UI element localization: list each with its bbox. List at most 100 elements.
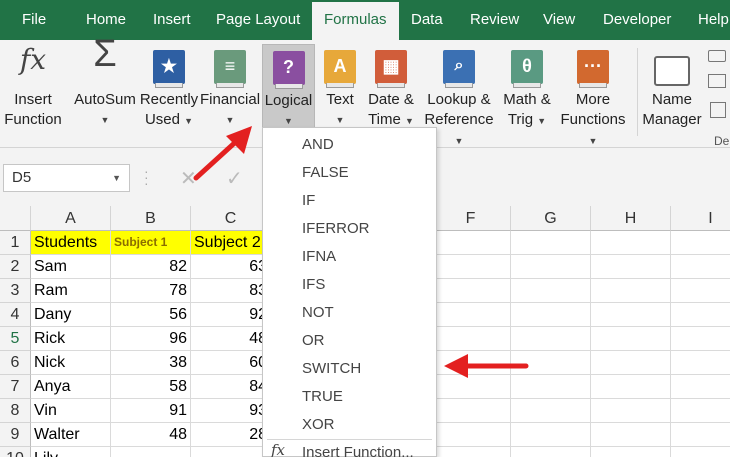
- empty-cell[interactable]: [591, 303, 671, 327]
- empty-cell[interactable]: [431, 447, 511, 457]
- tab-help[interactable]: Help: [698, 0, 729, 40]
- row-header[interactable]: 6: [0, 351, 31, 375]
- empty-cell[interactable]: [671, 375, 730, 399]
- empty-cell[interactable]: [591, 423, 671, 447]
- empty-cell[interactable]: [591, 399, 671, 423]
- column-header-i[interactable]: I: [671, 206, 730, 231]
- tab-developer[interactable]: Developer: [603, 0, 671, 40]
- row-header[interactable]: 8: [0, 399, 31, 423]
- cell-c10[interactable]: [191, 447, 271, 457]
- empty-cell[interactable]: [511, 279, 591, 303]
- menu-item-iferror[interactable]: IFERROR: [263, 215, 436, 243]
- select-all-corner[interactable]: [0, 206, 31, 231]
- cell-b5[interactable]: 96: [111, 327, 191, 351]
- tab-insert[interactable]: Insert: [153, 0, 191, 40]
- menu-item-false[interactable]: FALSE: [263, 159, 436, 187]
- empty-cell[interactable]: [511, 423, 591, 447]
- math-trig-button[interactable]: θ Math & Trig ▼: [498, 44, 556, 140]
- cell-b1[interactable]: Subject 1: [111, 231, 191, 255]
- empty-cell[interactable]: [671, 399, 730, 423]
- define-name-icon[interactable]: [708, 50, 726, 62]
- cell-a9[interactable]: Walter: [31, 423, 111, 447]
- empty-cell[interactable]: [671, 279, 730, 303]
- cell-a4[interactable]: Dany: [31, 303, 111, 327]
- empty-cell[interactable]: [511, 399, 591, 423]
- date-time-button[interactable]: ▦ Date & Time ▼: [364, 44, 418, 140]
- empty-cell[interactable]: [671, 303, 730, 327]
- menu-item-if[interactable]: IF: [263, 187, 436, 215]
- cell-c4[interactable]: 92: [191, 303, 271, 327]
- cell-b9[interactable]: 48: [111, 423, 191, 447]
- column-header-b[interactable]: B: [111, 206, 191, 231]
- cell-a10[interactable]: Lily: [31, 447, 111, 457]
- name-manager-button[interactable]: Name Manager: [640, 44, 704, 140]
- empty-cell[interactable]: [671, 351, 730, 375]
- row-header[interactable]: 4: [0, 303, 31, 327]
- menu-item-ifna[interactable]: IFNA: [263, 243, 436, 271]
- cell-a7[interactable]: Anya: [31, 375, 111, 399]
- cell-b7[interactable]: 58: [111, 375, 191, 399]
- menu-item-true[interactable]: TRUE: [263, 383, 436, 411]
- empty-cell[interactable]: [591, 375, 671, 399]
- cell-a8[interactable]: Vin: [31, 399, 111, 423]
- empty-cell[interactable]: [671, 255, 730, 279]
- insert-function-button[interactable]: fx Insert Function: [0, 44, 66, 140]
- menu-item-and[interactable]: AND: [263, 131, 436, 159]
- empty-cell[interactable]: [511, 255, 591, 279]
- empty-cell[interactable]: [431, 399, 511, 423]
- tab-view[interactable]: View: [543, 0, 575, 40]
- column-header-c[interactable]: C: [191, 206, 271, 231]
- menu-item-switch[interactable]: SWITCH: [263, 355, 436, 383]
- logical-button[interactable]: ? Logical ▼: [262, 44, 315, 140]
- row-header[interactable]: 2: [0, 255, 31, 279]
- row-header[interactable]: 3: [0, 279, 31, 303]
- name-box[interactable]: D5 ▼: [3, 164, 130, 192]
- cell-a3[interactable]: Ram: [31, 279, 111, 303]
- cell-a2[interactable]: Sam: [31, 255, 111, 279]
- tab-formulas[interactable]: Formulas: [312, 2, 399, 40]
- empty-cell[interactable]: [591, 255, 671, 279]
- menu-item-or[interactable]: OR: [263, 327, 436, 355]
- autosum-button[interactable]: Σ AutoSum ▼: [70, 35, 140, 140]
- menu-item-insert-function[interactable]: Insert Function...: [302, 444, 414, 457]
- cell-c9[interactable]: 28: [191, 423, 271, 447]
- tab-data[interactable]: Data: [411, 0, 443, 40]
- empty-cell[interactable]: [431, 423, 511, 447]
- row-header[interactable]: 1: [0, 231, 31, 255]
- empty-cell[interactable]: [511, 303, 591, 327]
- tab-file[interactable]: File: [22, 0, 46, 40]
- cell-c5[interactable]: 48: [191, 327, 271, 351]
- empty-cell[interactable]: [431, 303, 511, 327]
- empty-cell[interactable]: [431, 255, 511, 279]
- empty-cell[interactable]: [591, 351, 671, 375]
- empty-cell[interactable]: [431, 231, 511, 255]
- empty-cell[interactable]: [431, 327, 511, 351]
- lookup-reference-button[interactable]: ⌕ Lookup & Reference ▼: [420, 44, 498, 146]
- row-header[interactable]: 9: [0, 423, 31, 447]
- cell-c6[interactable]: 60: [191, 351, 271, 375]
- formula-bar-splitter-icon[interactable]: · · ·: [144, 164, 149, 190]
- name-box-dropdown-icon[interactable]: ▼: [112, 165, 121, 191]
- use-in-formula-icon[interactable]: [708, 74, 726, 88]
- cell-a6[interactable]: Nick: [31, 351, 111, 375]
- cell-c7[interactable]: 84: [191, 375, 271, 399]
- cell-b4[interactable]: 56: [111, 303, 191, 327]
- empty-cell[interactable]: [591, 447, 671, 457]
- cell-b3[interactable]: 78: [111, 279, 191, 303]
- empty-cell[interactable]: [671, 231, 730, 255]
- tab-review[interactable]: Review: [470, 0, 519, 40]
- cell-b8[interactable]: 91: [111, 399, 191, 423]
- empty-cell[interactable]: [431, 279, 511, 303]
- row-header[interactable]: 10: [0, 447, 31, 457]
- create-from-selection-icon[interactable]: [710, 102, 726, 118]
- cell-b10[interactable]: [111, 447, 191, 457]
- cell-b2[interactable]: 82: [111, 255, 191, 279]
- cell-a5[interactable]: Rick: [31, 327, 111, 351]
- empty-cell[interactable]: [591, 279, 671, 303]
- more-functions-button[interactable]: ··· More Functions ▼: [556, 44, 630, 146]
- empty-cell[interactable]: [671, 327, 730, 351]
- row-header[interactable]: 5: [0, 327, 31, 351]
- empty-cell[interactable]: [671, 423, 730, 447]
- cell-c3[interactable]: 83: [191, 279, 271, 303]
- cell-c2[interactable]: 63: [191, 255, 271, 279]
